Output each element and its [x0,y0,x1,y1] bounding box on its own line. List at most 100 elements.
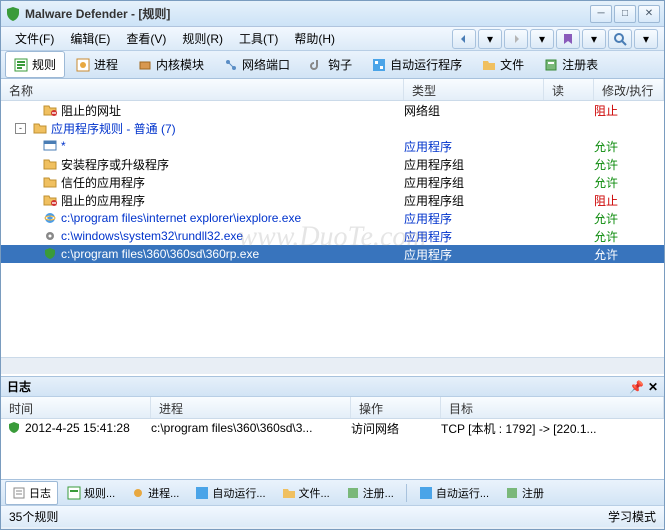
menu-file[interactable]: 文件(F) [7,27,62,50]
col-read[interactable]: 读 [544,79,594,100]
folder-blocked-icon [43,193,57,207]
rule-name: c:\program files\internet explorer\iexpl… [61,211,301,225]
log-icon [12,486,26,500]
log-body[interactable]: 2012-4-25 15:41:28 c:\program files\360\… [1,419,664,479]
minimize-button[interactable]: ─ [590,5,612,23]
rule-type: 应用程序组 [404,192,544,209]
rule-type: 应用程序组 [404,156,544,173]
tab-files[interactable]: 文件 [473,51,533,78]
log-col-target[interactable]: 目标 [441,397,664,418]
btab-log-label: 日志 [29,485,51,501]
log-col-time[interactable]: 时间 [1,397,151,418]
rule-row[interactable]: * 应用程序 允许 [1,137,664,155]
rule-row[interactable]: c:\program files\360\360sd\360rp.exe 应用程… [1,245,664,263]
search-dropdown[interactable]: ▾ [634,29,658,49]
log-close-icon[interactable]: ✕ [648,380,658,394]
menu-view[interactable]: 查看(V) [118,27,174,50]
pin-icon[interactable]: 📌 [629,380,644,394]
rule-row[interactable]: c:\program files\internet explorer\iexpl… [1,209,664,227]
ie-icon [43,211,57,225]
btab-register-label: 注册 [522,485,544,501]
maximize-button[interactable]: □ [614,5,636,23]
tab-registry-label: 注册表 [562,56,598,73]
window-buttons: ─ □ ✕ [590,5,660,23]
rule-row[interactable]: 阻止的应用程序 应用程序组 阻止 [1,191,664,209]
rules-icon [14,58,28,72]
log-col-operation[interactable]: 操作 [351,397,441,418]
nav-buttons: ▾ ▾ ▾ ▾ [452,29,658,49]
log-col-process[interactable]: 进程 [151,397,351,418]
nav-back-dropdown[interactable]: ▾ [478,29,502,49]
rule-name: 阻止的网址 [61,102,121,119]
tab-registry[interactable]: 注册表 [535,51,607,78]
main-panel: 名称 类型 读 修改/执行 阻止的网址 网络组 阻止 - 应用程序规则 - 普通… [1,79,664,377]
rule-name: * [61,139,66,153]
btab-files[interactable]: 文件... [275,481,337,505]
btab-autorun2[interactable]: 自动运行... [412,481,496,505]
log-target: TCP [本机 : 1792] -> [220.1... [441,420,664,437]
menu-edit[interactable]: 编辑(E) [62,27,118,50]
col-type[interactable]: 类型 [404,79,544,100]
title-bar: Malware Defender - [规则] ─ □ ✕ [1,1,664,27]
tab-autorun[interactable]: 自动运行程序 [363,51,471,78]
tab-process[interactable]: 进程 [67,51,127,78]
nav-forward-dropdown[interactable]: ▾ [530,29,554,49]
menu-rule[interactable]: 规则(R) [174,27,231,50]
files-icon [482,58,496,72]
rule-row[interactable]: 安装程序或升级程序 应用程序组 允许 [1,155,664,173]
menu-tool[interactable]: 工具(T) [231,27,286,50]
btab-process[interactable]: 进程... [124,481,186,505]
tab-kernel-label: 内核模块 [156,56,204,73]
rule-action: 允许 [594,156,664,173]
btab-log[interactable]: 日志 [5,481,58,505]
rule-type: 应用程序 [404,138,544,155]
close-button[interactable]: ✕ [638,5,660,23]
column-headers: 名称 类型 读 修改/执行 [1,79,664,101]
nav-mark-button[interactable] [556,29,580,49]
rule-row[interactable]: c:\windows\system32\rundll32.exe 应用程序 允许 [1,227,664,245]
btab-rules-label: 规则... [84,485,115,501]
log-row[interactable]: 2012-4-25 15:41:28 c:\program files\360\… [1,419,664,437]
rule-action: 允许 [594,174,664,191]
rule-action: 允许 [594,228,664,245]
rule-row[interactable]: 信任的应用程序 应用程序组 允许 [1,173,664,191]
shield-icon [43,247,57,261]
rule-type: 应用程序组 [404,174,544,191]
h-scrollbar[interactable] [1,357,664,374]
btab-autorun[interactable]: 自动运行... [188,481,272,505]
separator [406,484,407,502]
folder-icon [43,175,57,189]
menu-bar: 文件(F) 编辑(E) 查看(V) 规则(R) 工具(T) 帮助(H) ▾ ▾ … [1,27,664,51]
search-button[interactable] [608,29,632,49]
nav-back-button[interactable] [452,29,476,49]
col-name[interactable]: 名称 [1,79,404,100]
rule-name: c:\windows\system32\rundll32.exe [61,229,243,243]
nav-forward-button[interactable] [504,29,528,49]
shield-icon [7,421,21,435]
rule-name: 安装程序或升级程序 [61,156,169,173]
tab-hook[interactable]: 钩子 [301,51,361,78]
rules-icon [67,486,81,500]
rule-action: 允许 [594,246,664,263]
tab-kernel[interactable]: 内核模块 [129,51,213,78]
menu-help[interactable]: 帮助(H) [286,27,343,50]
rule-action: 阻止 [594,192,664,209]
tab-netport[interactable]: 网络端口 [215,51,299,78]
btab-rules[interactable]: 规则... [60,481,122,505]
col-action[interactable]: 修改/执行 [594,79,664,100]
registry-icon [544,58,558,72]
btab-process-label: 进程... [148,485,179,501]
status-right: 学习模式 [608,508,656,525]
btab-register[interactable]: 注册 [498,481,551,505]
log-process: c:\program files\360\360sd\3... [151,421,351,435]
registry-icon [346,486,360,500]
nav-mark-dropdown[interactable]: ▾ [582,29,606,49]
tab-rules[interactable]: 规则 [5,51,65,78]
btab-autorun-label: 自动运行... [212,485,265,501]
expander-icon[interactable]: - [15,123,26,134]
btab-registry[interactable]: 注册... [339,481,401,505]
rule-row[interactable]: 阻止的网址 网络组 阻止 [1,101,664,119]
rule-row[interactable]: - 应用程序规则 - 普通 (7) [1,119,664,137]
rule-action: 阻止 [594,102,664,119]
rules-list[interactable]: 阻止的网址 网络组 阻止 - 应用程序规则 - 普通 (7) * 应用程序 允许… [1,101,664,357]
